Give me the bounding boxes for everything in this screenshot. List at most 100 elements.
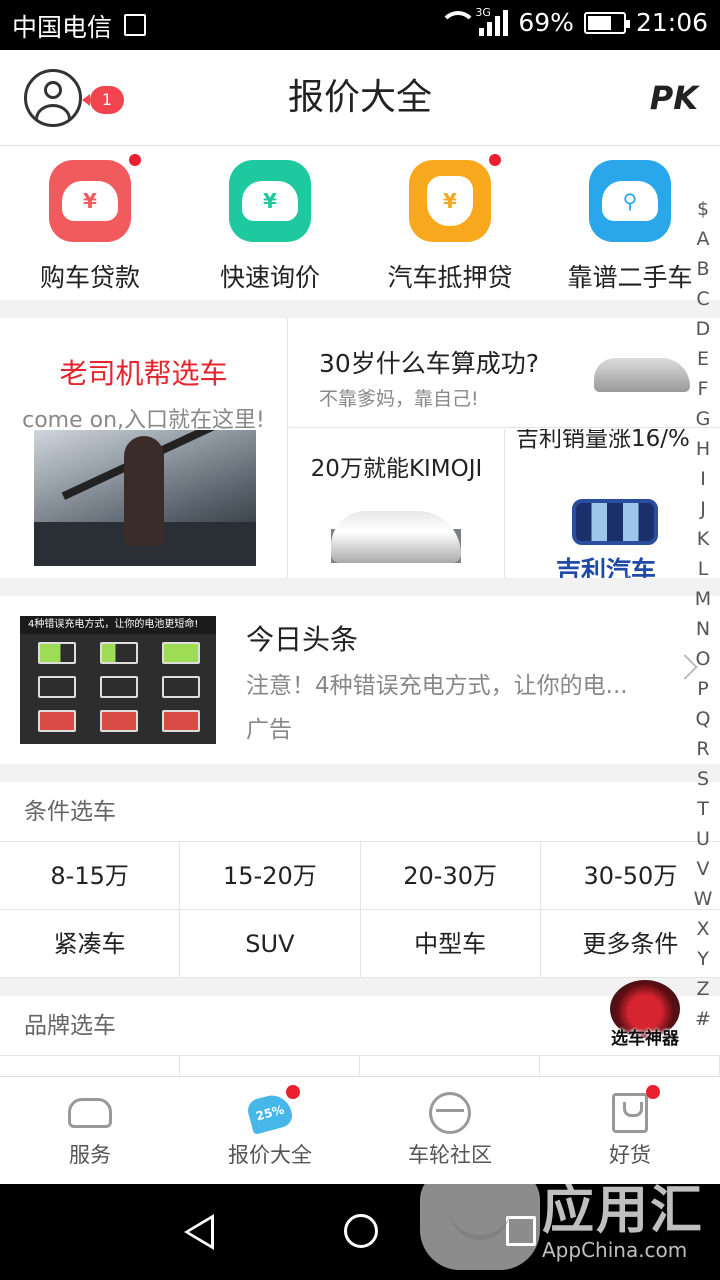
filter-price-15-20[interactable]: 15-20万: [180, 842, 361, 909]
car-shape: ¥: [242, 181, 298, 221]
car-shape: ⚲: [602, 181, 658, 221]
carrier-name: 中国电信: [12, 13, 113, 42]
tab-label: 报价大全: [228, 1143, 312, 1167]
index-letter[interactable]: G: [690, 404, 716, 434]
filter-price-8-15[interactable]: 8-15万: [0, 842, 181, 909]
banner-title: 30岁什么车算成功?: [319, 349, 540, 378]
news-title: 今日头条: [246, 623, 359, 656]
index-letter[interactable]: V: [690, 854, 716, 884]
index-letter[interactable]: T: [690, 794, 716, 824]
filter-suv[interactable]: SUV: [180, 910, 361, 977]
banner-title: 老司机帮选车: [59, 357, 228, 390]
battery-percent: 69%: [518, 8, 574, 37]
index-letter[interactable]: B: [690, 254, 716, 284]
quick-link-car-loan[interactable]: ¥ 购车贷款: [0, 154, 180, 294]
price-tag-icon: 25%: [245, 1085, 300, 1135]
coupe-image: [331, 511, 461, 563]
yuan-glyph: ¥: [83, 189, 97, 213]
index-letter[interactable]: Z: [690, 974, 716, 1004]
banner-title: 20万就能KIMOJI: [310, 456, 483, 482]
filter-midsize[interactable]: 中型车: [361, 910, 541, 977]
index-letter[interactable]: J: [690, 494, 716, 524]
filter-compact[interactable]: 紧凑车: [0, 910, 181, 977]
car-picker-button[interactable]: 选车神器: [604, 980, 686, 1049]
new-dot: [489, 154, 501, 166]
home-icon[interactable]: [344, 1214, 378, 1248]
quick-link-mortgage[interactable]: ¥ 汽车抵押贷: [360, 154, 540, 294]
news-card[interactable]: 4种错误充电方式，让你的电池更短命! 今日头条 注意！4种错误充电方式，让你的电…: [0, 596, 720, 764]
index-letter[interactable]: D: [690, 314, 716, 344]
key-car-icon: ⚲: [589, 160, 671, 242]
index-letter[interactable]: L: [690, 554, 716, 584]
ad-label: 广告: [246, 717, 292, 743]
index-letter[interactable]: Q: [690, 704, 716, 734]
index-letter[interactable]: I: [690, 464, 716, 494]
index-letter[interactable]: C: [690, 284, 716, 314]
page-title: 报价大全: [287, 77, 432, 118]
banner-geely[interactable]: 吉利销量涨16/% 吉利汽车: [506, 429, 720, 578]
index-letter[interactable]: F: [690, 374, 716, 404]
money-bag-icon: ¥: [409, 154, 501, 242]
tab-price[interactable]: 25% 报价大全: [180, 1077, 360, 1184]
index-letter[interactable]: P: [690, 674, 716, 704]
banner-driver-help[interactable]: 老司机帮选车 come on,入口就在这里!: [0, 318, 288, 578]
back-icon[interactable]: [184, 1214, 214, 1250]
thumbnail-caption: 4种错误充电方式，让你的电池更短命!: [20, 616, 216, 634]
alphabet-index[interactable]: $ A B C D E F G H I J K L M N O P Q R S T U V W X Y Z #: [690, 194, 716, 1034]
index-letter[interactable]: S: [690, 764, 716, 794]
network-type: 3G: [475, 5, 491, 19]
shopping-bag-icon: [608, 1085, 660, 1133]
status-bar: 中国电信 3G 69% 21:06: [0, 0, 720, 50]
index-letter[interactable]: $: [690, 194, 716, 224]
section-heading: 条件选车: [0, 782, 720, 842]
car-shape: ¥: [62, 181, 118, 221]
index-letter[interactable]: X: [690, 914, 716, 944]
index-letter[interactable]: Y: [690, 944, 716, 974]
signal-icon: 3G: [475, 6, 509, 36]
image-notification-icon: [124, 14, 146, 36]
watermark-url: AppChina.com: [542, 1238, 688, 1262]
banner-title: 吉利销量涨16/%: [516, 429, 690, 452]
app-screen: 中国电信 3G 69% 21:06 1 报价大全 PK ¥ 购车贷款 ¥ 快速询…: [0, 0, 720, 1280]
banner-subtitle: 不靠爹妈，靠自己!: [319, 388, 479, 410]
sedan-image: [594, 358, 690, 392]
index-letter[interactable]: N: [690, 614, 716, 644]
index-letter[interactable]: R: [690, 734, 716, 764]
index-letter[interactable]: #: [690, 1004, 716, 1034]
banner-success-car[interactable]: 30岁什么车算成功? 不靠爹妈，靠自己!: [289, 318, 720, 428]
brand-name: 吉利汽车: [556, 556, 657, 578]
tab-service[interactable]: 服务: [0, 1077, 180, 1184]
app-header: 1 报价大全 PK: [0, 50, 720, 146]
quick-link-label: 汽车抵押贷: [387, 263, 513, 292]
price-row: 8-15万 15-20万 20-30万 30-50万: [0, 842, 720, 910]
news-thumbnail: 4种错误充电方式，让你的电池更短命!: [20, 616, 216, 744]
tab-label: 服务: [69, 1143, 111, 1167]
type-row: 紧凑车 SUV 中型车 更多条件: [0, 910, 720, 978]
appchina-watermark: 应用汇 AppChina.com: [420, 1150, 720, 1280]
quick-link-label: 快速询价: [219, 263, 320, 292]
watermark-text: 应用汇: [542, 1181, 705, 1241]
index-letter[interactable]: A: [690, 224, 716, 254]
filter-price-20-30[interactable]: 20-30万: [361, 842, 541, 909]
quick-links: ¥ 购车贷款 ¥ 快速询价 ¥ 汽车抵押贷 ⚲ 靠谱二手车: [0, 146, 720, 300]
index-letter[interactable]: K: [690, 524, 716, 554]
watermark-logo-icon: [420, 1170, 540, 1270]
price-tag-badge: 25%: [245, 1091, 295, 1135]
banner-kimoji[interactable]: 20万就能KIMOJI: [289, 429, 505, 578]
car-outline-icon: [68, 1093, 112, 1133]
steering-wheel-icon: [428, 1092, 472, 1134]
index-letter[interactable]: O: [690, 644, 716, 674]
new-dot: [129, 154, 141, 166]
promo-banners: 老司机帮选车 come on,入口就在这里! 30岁什么车算成功? 不靠爹妈，靠…: [0, 318, 720, 578]
index-letter[interactable]: H: [690, 434, 716, 464]
index-letter[interactable]: U: [690, 824, 716, 854]
key-glyph: ⚲: [622, 189, 638, 213]
price-car-icon: ¥: [229, 160, 311, 242]
index-letter[interactable]: E: [690, 344, 716, 374]
battery-icon: [583, 11, 630, 34]
quick-link-quick-quote[interactable]: ¥ 快速询价: [180, 160, 360, 294]
pk-button[interactable]: PK: [650, 50, 698, 146]
index-letter[interactable]: W: [690, 884, 716, 914]
new-dot: [286, 1085, 300, 1099]
index-letter[interactable]: M: [690, 584, 716, 614]
